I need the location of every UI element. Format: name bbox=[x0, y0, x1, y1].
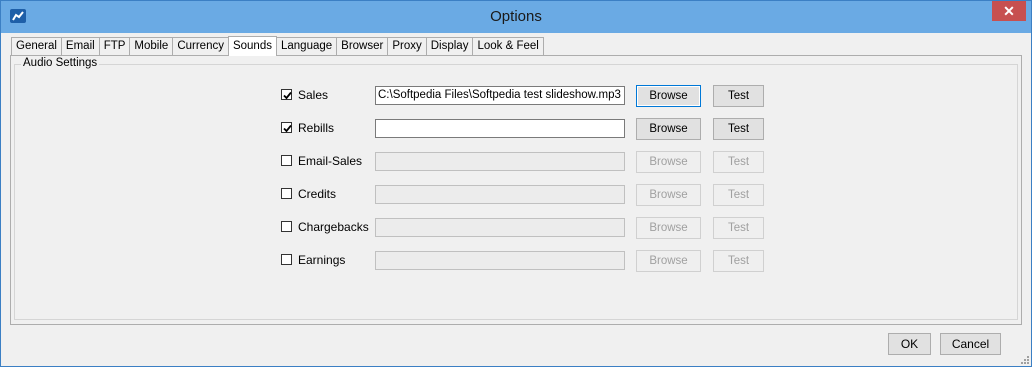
tab-email[interactable]: Email bbox=[60, 37, 100, 55]
sound-checkbox[interactable] bbox=[281, 254, 292, 265]
sound-label: Email-Sales bbox=[298, 154, 363, 168]
group-title: Audio Settings bbox=[21, 57, 100, 69]
browse-button: Browse bbox=[636, 217, 701, 239]
browse-button: Browse bbox=[636, 250, 701, 272]
title-bar[interactable]: Options ✕ bbox=[1, 1, 1031, 33]
tab-panel-sounds: Audio Settings Sales C:\Softpedia Files\S… bbox=[10, 55, 1022, 325]
sound-file-path-input[interactable]: C:\Softpedia Files\Softpedia test slides… bbox=[375, 86, 625, 105]
tab-general[interactable]: General bbox=[11, 37, 62, 55]
test-button: Test bbox=[713, 184, 764, 206]
sound-row: Credits Browse Test bbox=[15, 184, 1019, 206]
ok-button[interactable]: OK bbox=[888, 333, 931, 355]
sound-label: Earnings bbox=[298, 253, 346, 267]
sound-checkbox[interactable] bbox=[281, 89, 292, 100]
window-title: Options bbox=[490, 8, 542, 25]
sound-checkbox[interactable] bbox=[281, 155, 292, 166]
tab-sounds[interactable]: Sounds bbox=[227, 36, 277, 56]
sound-row: Rebills Browse Test bbox=[15, 118, 1019, 140]
sound-row: Chargebacks Browse Test bbox=[15, 217, 1019, 239]
sound-label: Credits bbox=[298, 187, 337, 201]
tab-language[interactable]: Language bbox=[275, 37, 338, 55]
sound-row: Sales C:\Softpedia Files\Softpedia test s… bbox=[15, 85, 1019, 107]
tab-ftp[interactable]: FTP bbox=[98, 37, 131, 55]
sound-checkbox[interactable] bbox=[281, 221, 292, 232]
tab-proxy[interactable]: Proxy bbox=[387, 37, 427, 55]
sound-file-path-input bbox=[375, 218, 625, 237]
sound-row: Email-Sales Browse Test bbox=[15, 151, 1019, 173]
sound-label: Rebills bbox=[298, 121, 335, 135]
sound-label: Chargebacks bbox=[298, 220, 369, 234]
checkmark-icon bbox=[283, 91, 292, 100]
test-button: Test bbox=[713, 151, 764, 173]
tab-display[interactable]: Display bbox=[425, 37, 474, 55]
browse-button: Browse bbox=[636, 184, 701, 206]
test-button: Test bbox=[713, 250, 764, 272]
cancel-button[interactable]: Cancel bbox=[940, 333, 1001, 355]
resize-grip-icon[interactable] bbox=[1020, 355, 1030, 365]
sound-checkbox[interactable] bbox=[281, 122, 292, 133]
sound-file-path-input bbox=[375, 152, 625, 171]
sound-checkbox[interactable] bbox=[281, 188, 292, 199]
sound-label: Sales bbox=[298, 88, 329, 102]
options-window: Options ✕ General Email FTP Mobile Currency S… bbox=[0, 0, 1032, 367]
browse-button[interactable]: Browse bbox=[636, 85, 701, 107]
sound-file-path-input[interactable] bbox=[375, 119, 625, 138]
tab-strip: General Email FTP Mobile Currency Sounds Langu… bbox=[11, 35, 544, 56]
sound-row: Earnings Browse Test bbox=[15, 250, 1019, 272]
test-button[interactable]: Test bbox=[713, 85, 764, 107]
tab-browser[interactable]: Browser bbox=[336, 37, 389, 55]
sound-file-path-input bbox=[375, 185, 625, 204]
browse-button: Browse bbox=[636, 151, 701, 173]
checkmark-icon bbox=[283, 124, 292, 133]
browse-button[interactable]: Browse bbox=[636, 118, 701, 140]
dialog-body: General Email FTP Mobile Currency Sounds Langu… bbox=[8, 33, 1024, 361]
test-button[interactable]: Test bbox=[713, 118, 764, 140]
tab-currency[interactable]: Currency bbox=[172, 37, 229, 55]
tab-look-feel[interactable]: Look & Feel bbox=[472, 37, 544, 55]
sound-file-path-input bbox=[375, 251, 625, 270]
tab-mobile[interactable]: Mobile bbox=[129, 37, 174, 55]
close-button[interactable]: ✕ bbox=[992, 1, 1026, 21]
audio-settings-group: Audio Settings Sales C:\Softpedia Files\S… bbox=[14, 57, 1019, 320]
test-button: Test bbox=[713, 217, 764, 239]
